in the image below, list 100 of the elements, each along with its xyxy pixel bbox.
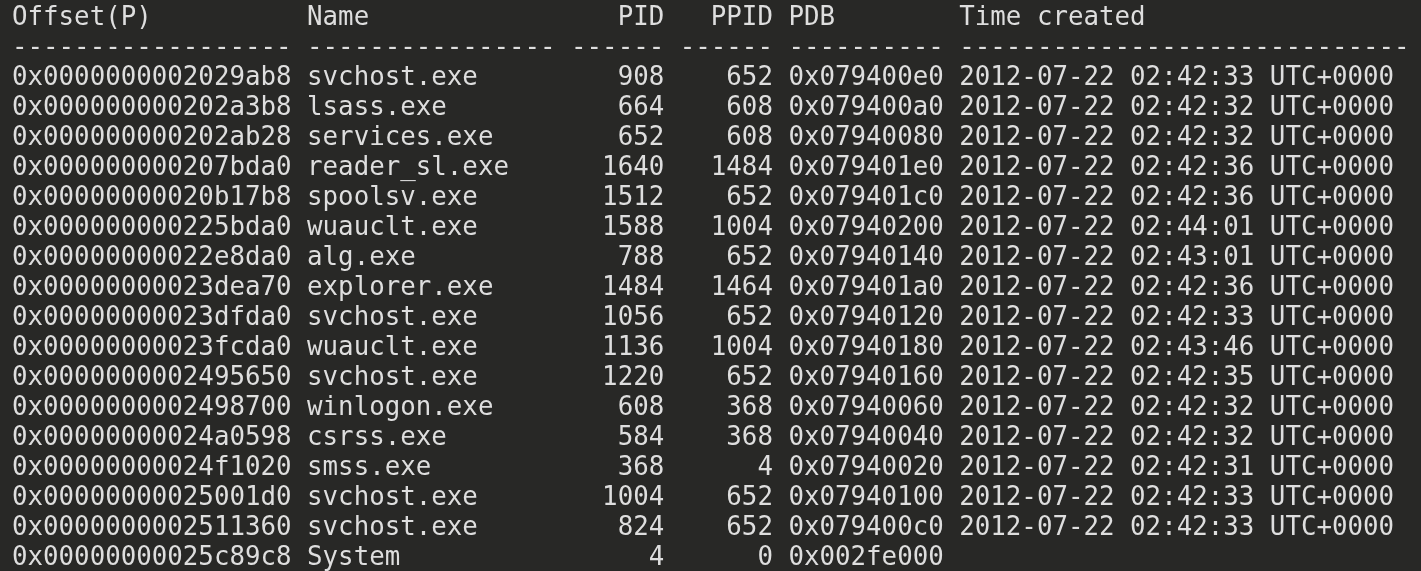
table-cell-text: services.exe <box>307 121 495 151</box>
table-cell-text: 652 <box>725 511 773 541</box>
table-cell-text: 2012-07-22 02:42:31 UTC+0000 <box>959 451 1396 481</box>
header-underline: ------------------ <box>12 31 292 61</box>
table-cell: 0x00000000023dea70 <box>12 271 292 301</box>
table-cell-text: System <box>307 541 402 571</box>
table-cell-text: 1588 <box>601 211 665 241</box>
table-cell: 0x07940100 <box>788 481 944 511</box>
table-cell-text: 1004 <box>709 211 773 241</box>
table-cell-text: svchost.exe <box>307 61 479 91</box>
table-cell-text: 1640 <box>601 151 665 181</box>
table-cell-text: 368 <box>725 421 773 451</box>
table-cell: 0x00000000025001d0 <box>12 481 292 511</box>
table-cell: 0x00000000022e8da0 <box>12 241 292 271</box>
column-header: PPID <box>709 1 773 31</box>
table-cell-text: wuauclt.exe <box>307 211 479 241</box>
table-cell: 0x079401e0 <box>788 151 944 181</box>
table-cell: 0x0000000002511360 <box>12 511 292 541</box>
table-cell: 0x000000000202ab28 <box>12 121 292 151</box>
table-cell-text: reader_sl.exe <box>307 151 510 181</box>
table-cell-text: 652 <box>725 61 773 91</box>
table-cell: 0x07940080 <box>788 121 944 151</box>
table-cell-text: 2012-07-22 02:42:32 UTC+0000 <box>959 391 1396 421</box>
table-cell: 0x00000000025c89c8 <box>12 541 292 571</box>
table-cell-text: 4 <box>647 541 665 571</box>
table-cell: 0x0000000002498700 <box>12 391 292 421</box>
table-cell-text: 652 <box>725 361 773 391</box>
table-cell-text: 2012-07-22 02:42:33 UTC+0000 <box>959 61 1396 91</box>
header-underline: ---------- <box>788 31 944 61</box>
table-cell-text: 2012-07-22 02:42:33 UTC+0000 <box>959 301 1396 331</box>
column-header: Name <box>307 1 371 31</box>
table-cell: 0x079400e0 <box>788 61 944 91</box>
table-cell-text: 608 <box>616 391 665 421</box>
table-cell-text: 652 <box>725 181 773 211</box>
table-cell-text: svchost.exe <box>307 481 479 511</box>
table-cell-text: 4 <box>756 451 773 481</box>
table-cell: 0x000000000225bda0 <box>12 211 292 241</box>
table-cell: 0x07940200 <box>788 211 944 241</box>
table-cell-text: 2012-07-22 02:42:33 UTC+0000 <box>959 481 1396 511</box>
table-cell-text: 1004 <box>709 331 773 361</box>
header-underline: ----------------------------- <box>959 31 1411 61</box>
table-cell-text: 1484 <box>709 151 773 181</box>
table-cell-text: 2012-07-22 02:43:01 UTC+0000 <box>959 241 1396 271</box>
table-cell-text: explorer.exe <box>307 271 495 301</box>
table-cell: 0x00000000020b17b8 <box>12 181 292 211</box>
table-cell: 0x07940020 <box>788 451 944 481</box>
table-cell-text: 2012-07-22 02:42:32 UTC+0000 <box>959 121 1396 151</box>
table-cell-text: 1136 <box>601 331 665 361</box>
table-cell: 0x0000000002495650 <box>12 361 292 391</box>
table-cell-text: 1004 <box>601 481 665 511</box>
table-cell-text: 608 <box>725 121 773 151</box>
table-cell-text: 584 <box>616 421 665 451</box>
table-cell-text: 1464 <box>709 271 773 301</box>
table-cell-text: 652 <box>616 121 665 151</box>
table-cell: 0x07940160 <box>788 361 944 391</box>
table-cell-text: 824 <box>616 511 665 541</box>
table-cell-text: 652 <box>725 301 773 331</box>
column-header: Offset(P) <box>12 1 153 31</box>
table-cell-text: 368 <box>616 451 665 481</box>
table-cell-text: 2012-07-22 02:42:36 UTC+0000 <box>959 181 1396 211</box>
table-cell: 0x07940040 <box>788 421 944 451</box>
table-cell-text: 908 <box>616 61 665 91</box>
table-cell-text: svchost.exe <box>307 511 479 541</box>
table-cell: 0x07940180 <box>788 331 944 361</box>
table-cell-text: lsass.exe <box>307 91 448 121</box>
table-cell: 0x079400a0 <box>788 91 944 121</box>
table-cell: 0x00000000023fcda0 <box>12 331 292 361</box>
table-cell-text: spoolsv.exe <box>307 181 479 211</box>
table-cell-text: winlogon.exe <box>307 391 495 421</box>
table-cell-text: alg.exe <box>307 241 417 271</box>
table-cell-text: 1484 <box>601 271 665 301</box>
table-cell-text: csrss.exe <box>307 421 448 451</box>
table-cell-text: 0 <box>756 541 773 571</box>
table-cell: 0x07940060 <box>788 391 944 421</box>
table-cell-text: 788 <box>616 241 665 271</box>
table-cell: 0x00000000023dfda0 <box>12 301 292 331</box>
table-cell: 0x0000000002029ab8 <box>12 61 292 91</box>
table-cell-text: 1056 <box>601 301 665 331</box>
table-cell-text: 2012-07-22 02:42:36 UTC+0000 <box>959 151 1396 181</box>
table-cell: 0x079401a0 <box>788 271 944 301</box>
table-cell: 0x00000000024a0598 <box>12 421 292 451</box>
table-cell: 0x000000000207bda0 <box>12 151 292 181</box>
table-cell: 0x079401c0 <box>788 181 944 211</box>
table-cell-text: 2012-07-22 02:44:01 UTC+0000 <box>959 211 1396 241</box>
table-cell-text: 1512 <box>601 181 665 211</box>
table-cell-text: 608 <box>725 91 773 121</box>
table-cell-text: 2012-07-22 02:42:36 UTC+0000 <box>959 271 1396 301</box>
table-cell: 0x000000000202a3b8 <box>12 91 292 121</box>
table-cell-text: 2012-07-22 02:42:33 UTC+0000 <box>959 511 1396 541</box>
header-underline: ---------------- <box>307 31 556 61</box>
table-cell-text: 2012-07-22 02:43:46 UTC+0000 <box>959 331 1396 361</box>
header-underline: ------ <box>679 31 773 61</box>
table-cell-text: 652 <box>725 241 773 271</box>
table-cell-text: 652 <box>725 481 773 511</box>
column-header: PDB <box>788 1 837 31</box>
column-header: Time created <box>959 1 1147 31</box>
table-cell-text: smss.exe <box>307 451 433 481</box>
table-cell-text: 2012-07-22 02:42:32 UTC+0000 <box>959 421 1396 451</box>
table-cell: 0x00000000024f1020 <box>12 451 292 481</box>
table-cell-text: wuauclt.exe <box>307 331 479 361</box>
